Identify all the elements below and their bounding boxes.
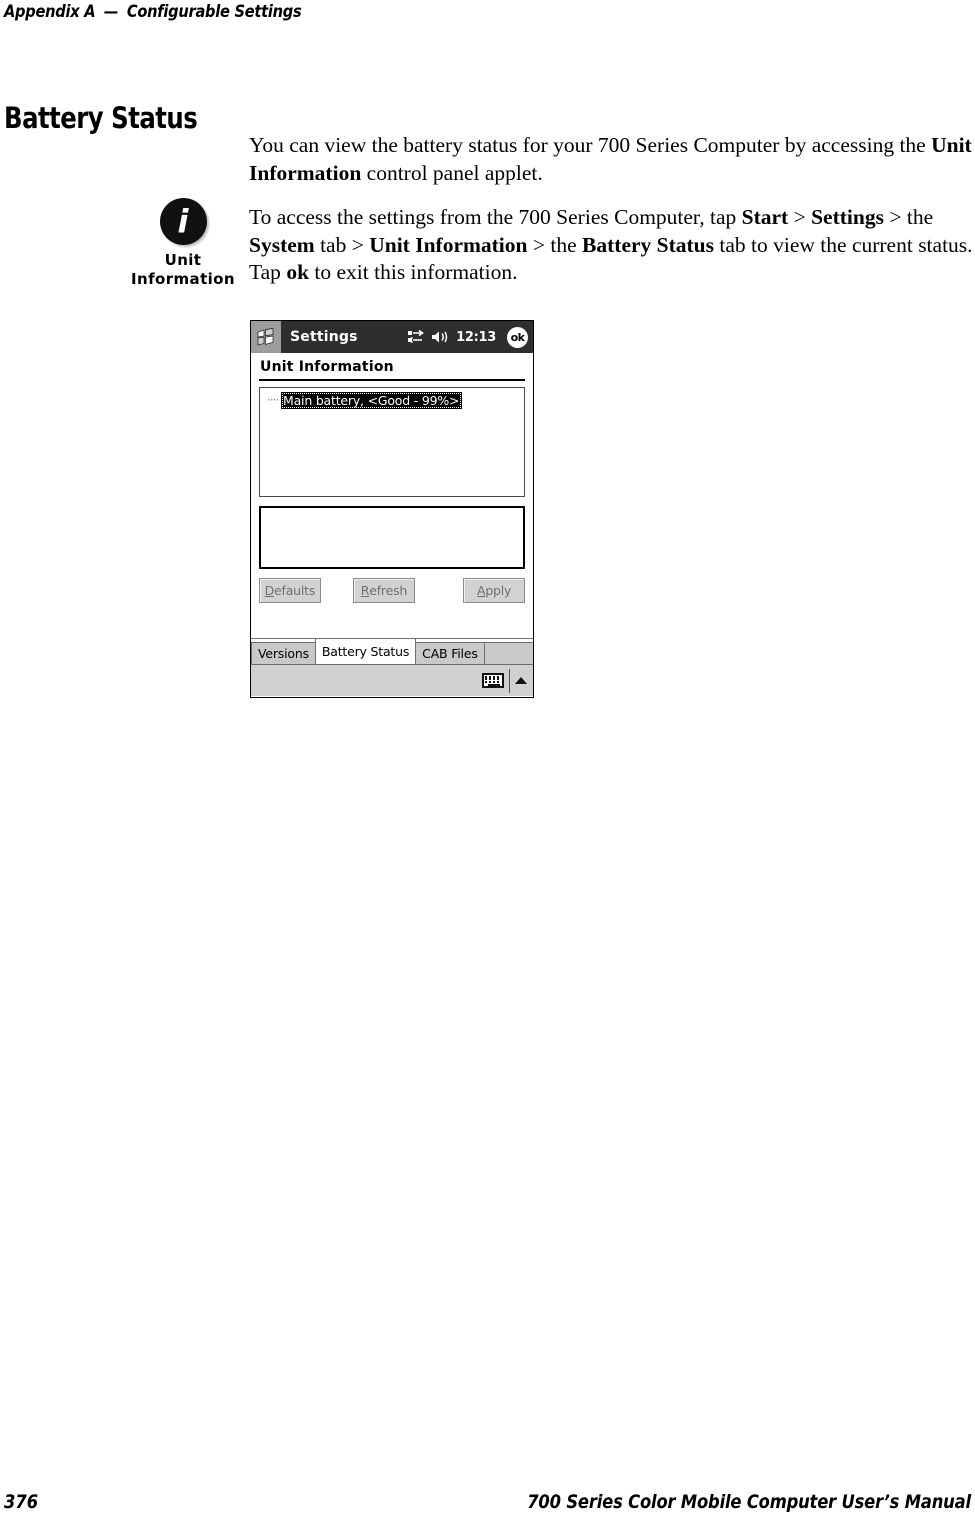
- sip-bar: [251, 664, 533, 696]
- p2-text-b: >: [788, 205, 812, 229]
- running-head: Appendix A — Configurable Settings: [4, 2, 302, 22]
- apply-button-label: pply: [485, 583, 512, 598]
- body-column: You can view the battery status for your…: [249, 132, 975, 304]
- refresh-button-label: efresh: [369, 583, 408, 598]
- running-head-right: Configurable Settings: [126, 2, 302, 22]
- list-item-label[interactable]: Main battery, <Good - 99%>: [281, 391, 463, 409]
- p2-text-g: to exit this information.: [309, 260, 518, 284]
- pda-titlebar: Settings 12:13 ok: [251, 321, 533, 353]
- page-title: Battery Status: [4, 101, 198, 136]
- battery-tree-listbox[interactable]: ···· Main battery, <Good - 99%>: [259, 387, 525, 497]
- apply-button[interactable]: Apply: [463, 578, 525, 603]
- button-row: Defaults Refresh Apply: [259, 578, 525, 603]
- p2-bold-settings: Settings: [811, 205, 884, 229]
- margin-icon-caption-line1: Unit: [164, 251, 202, 269]
- p2-text-d: tab >: [314, 232, 370, 257]
- p2-text-c: > the: [883, 205, 934, 229]
- button-spacer-2: [415, 578, 463, 603]
- tab-cab-files[interactable]: CAB Files: [415, 642, 485, 664]
- defaults-button[interactable]: Defaults: [259, 578, 321, 603]
- p2-text-a: To access the settings from the 700 Seri…: [249, 205, 742, 229]
- defaults-button-label: efaults: [274, 583, 316, 598]
- margin-icon-caption-line2: Information: [131, 270, 235, 288]
- p1-text-b: control panel applet.: [361, 160, 543, 185]
- button-spacer-1: [321, 578, 353, 603]
- keyboard-icon[interactable]: [482, 673, 504, 688]
- tree-line-icon: ····: [267, 393, 279, 407]
- refresh-button[interactable]: Refresh: [353, 578, 415, 603]
- manual-title-footer: 700 Series Color Mobile Computer User’s …: [527, 1491, 971, 1513]
- tab-versions[interactable]: Versions: [251, 642, 316, 664]
- detail-textbox[interactable]: [259, 506, 525, 569]
- p2-bold-unit-information: Unit Information: [369, 232, 528, 257]
- pda-titlebar-status-area: 12:13 ok: [408, 321, 528, 353]
- clock: 12:13: [456, 329, 496, 345]
- running-head-left: Appendix A: [4, 2, 96, 22]
- paragraph-2: To access the settings from the 700 Seri…: [249, 204, 975, 287]
- defaults-button-accel: D: [264, 583, 275, 598]
- pda-body: Unit Information ···· Main battery, <Goo…: [251, 353, 533, 664]
- p2-bold-battery-status: Battery Status: [582, 232, 715, 257]
- tab-battery-status[interactable]: Battery Status: [314, 638, 417, 664]
- pda-title: Settings: [290, 329, 358, 345]
- windows-logo-icon[interactable]: [251, 321, 281, 353]
- connectivity-icon[interactable]: [408, 330, 424, 344]
- p2-bold-system: System: [249, 232, 315, 257]
- sip-divider: [509, 668, 510, 693]
- p2-text-e: > the: [527, 232, 583, 257]
- refresh-button-accel: R: [360, 583, 370, 598]
- apply-button-accel: A: [476, 583, 486, 598]
- tabstrip: Versions Battery Status CAB Files: [251, 638, 533, 664]
- ok-button[interactable]: ok: [507, 326, 528, 348]
- pda-screenshot: Settings 12:13 ok Unit Information ···· …: [250, 320, 534, 698]
- p2-bold-ok: ok: [286, 260, 310, 284]
- info-icon: [159, 198, 207, 245]
- tabstrip-filler: [483, 642, 533, 664]
- running-head-separator: —: [103, 2, 119, 22]
- margin-icon-caption: Unit Information: [118, 251, 248, 289]
- p2-bold-start: Start: [741, 205, 789, 229]
- list-item[interactable]: ···· Main battery, <Good - 99%>: [263, 391, 521, 409]
- page-number: 376: [4, 1491, 39, 1513]
- margin-icon-block: Unit Information: [118, 198, 248, 289]
- speaker-icon[interactable]: [431, 330, 449, 344]
- p1-text-a: You can view the battery status for your…: [249, 133, 932, 157]
- paragraph-1: You can view the battery status for your…: [249, 132, 975, 187]
- panel-title: Unit Information: [260, 359, 394, 375]
- chevron-up-icon[interactable]: [515, 677, 527, 684]
- panel-title-rule: [259, 379, 525, 381]
